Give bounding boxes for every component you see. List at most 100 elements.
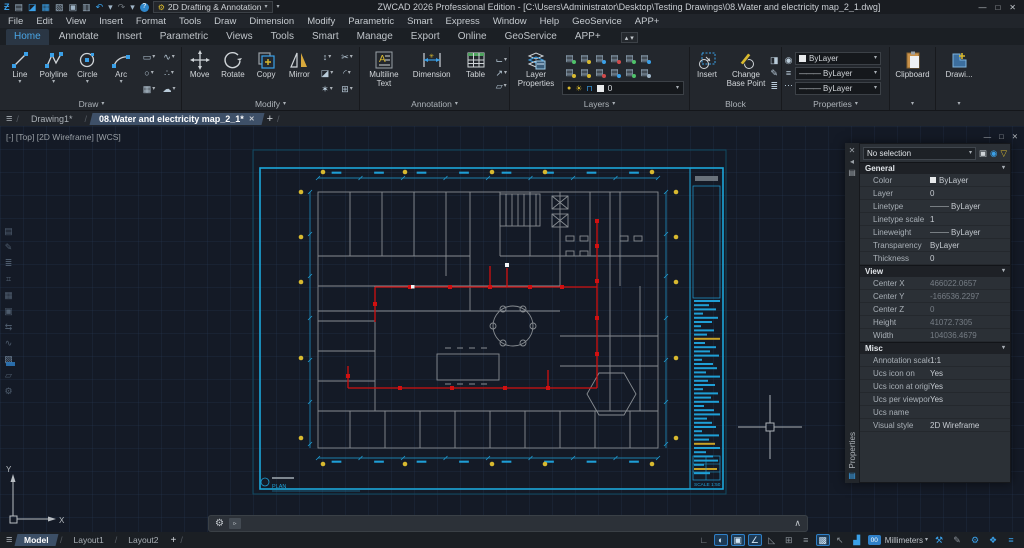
close-icon[interactable]: ✕ xyxy=(249,115,255,123)
table-button[interactable]: Table xyxy=(458,48,494,98)
menu-item-edit[interactable]: Edit xyxy=(36,16,52,27)
edit-attribute-icon[interactable]: ✎ xyxy=(770,68,779,79)
drawing-area[interactable]: [-] [Top] [2D Wireframe] [WCS] — □ ✕ ▤✎≣… xyxy=(0,126,1024,532)
palette-tab-icon[interactable]: ▤ xyxy=(848,470,856,481)
section-header-view[interactable]: View▾ xyxy=(860,265,1010,277)
doc-tab-drawing1[interactable]: Drawing1* xyxy=(23,113,81,125)
chevron-down-icon[interactable]: ▾ xyxy=(86,80,89,85)
layer-state-icon-3[interactable]: ▤ xyxy=(607,51,622,65)
chevron-down-icon[interactable]: ▾ xyxy=(120,80,123,85)
select-objects-icon[interactable]: ◉ xyxy=(990,148,997,159)
menu-item-format[interactable]: Format xyxy=(136,16,166,27)
lineweight-icon[interactable]: ≡ xyxy=(784,68,793,78)
menu-item-app[interactable]: APP+ xyxy=(635,16,660,27)
spline-tool-icon[interactable]: ∿▾ xyxy=(159,49,179,65)
ribbon-tab-home[interactable]: Home xyxy=(6,29,49,45)
command-bar[interactable]: ⚙ ▹ ∧ xyxy=(208,515,808,532)
menu-item-draw[interactable]: Draw xyxy=(214,16,236,27)
panel-label-draw[interactable]: Draw▾ xyxy=(4,98,179,110)
panel-label-clipboard[interactable]: ▾ xyxy=(892,98,933,110)
object-snap-tracking-icon[interactable]: ∠ xyxy=(748,534,762,546)
layer-state-icon-2[interactable]: ▤ xyxy=(592,51,607,65)
menu-item-tools[interactable]: Tools xyxy=(179,16,201,27)
property-value[interactable]: 41072.7305 xyxy=(930,318,1010,327)
measure-tool-icon[interactable]: ▱ xyxy=(5,370,12,381)
revcloud-tool-icon[interactable]: ☁▾ xyxy=(159,81,179,97)
menu-item-geoservice[interactable]: GeoService xyxy=(572,16,622,27)
lineweight-dropdown[interactable]: ——— ByLayer ▾ xyxy=(795,67,881,80)
toggle-pickadd-icon[interactable]: ▽ xyxy=(1000,148,1007,159)
quick-access-menu-icon[interactable]: ▾ xyxy=(277,5,280,10)
ribbon-tab-insert[interactable]: Insert xyxy=(109,29,150,45)
line-tool-button[interactable]: Line ▾ xyxy=(4,48,36,98)
ribbon-tab-views[interactable]: Views xyxy=(218,29,261,45)
doc-minimize-button[interactable]: — xyxy=(984,132,992,141)
ribbon-tab-tools[interactable]: Tools xyxy=(263,29,302,45)
mirror-tool-button[interactable]: Mirror xyxy=(284,48,315,98)
linetype-icon[interactable]: ⋯ xyxy=(784,80,793,91)
property-value[interactable]: 1 xyxy=(930,215,1010,224)
layout-menu-icon[interactable]: ≡ xyxy=(6,534,12,546)
panel-label-drawing[interactable]: ▾ xyxy=(938,98,980,110)
property-value[interactable]: ByLayer xyxy=(930,176,1010,185)
property-value[interactable]: 0 xyxy=(930,305,1010,314)
menu-item-dimension[interactable]: Dimension xyxy=(249,16,294,27)
ribbon-tab-export[interactable]: Export xyxy=(403,29,448,45)
palette-close-icon[interactable]: ✕ xyxy=(849,145,856,156)
command-input[interactable] xyxy=(246,516,789,531)
panel-label-annotation[interactable]: Annotation▾ xyxy=(362,98,507,110)
ellipse-tool-icon[interactable]: ○▾ xyxy=(139,65,159,81)
settings-tool-icon[interactable]: ⚙ xyxy=(4,386,12,397)
selection-dropdown[interactable]: No selection ▾ xyxy=(863,147,976,160)
property-value[interactable]: ———ByLayer xyxy=(930,228,1010,237)
doc-close-button[interactable]: ✕ xyxy=(1012,132,1018,141)
layer-state-icon-4[interactable]: ▤ xyxy=(622,51,637,65)
isometric-drafting-icon[interactable]: ◺ xyxy=(765,534,779,546)
property-value[interactable]: Yes xyxy=(930,369,1010,378)
snap-mode-icon[interactable]: ⊞ xyxy=(782,534,796,546)
polyline-tool-icon[interactable]: ∿ xyxy=(5,338,13,349)
property-value[interactable]: 104036.4679 xyxy=(930,331,1010,340)
layer-state-icon-10[interactable]: ▤ xyxy=(622,65,637,79)
linetype-dropdown[interactable]: ——— ByLayer ▾ xyxy=(795,82,881,95)
panel-label-block[interactable]: Block xyxy=(692,98,779,110)
dynamic-ucs-icon[interactable]: ▟ xyxy=(850,534,864,546)
insert-block-button[interactable]: Insert xyxy=(692,48,722,98)
property-value[interactable]: ———ByLayer xyxy=(930,202,1010,211)
polyline-tool-button[interactable]: Polyline ▾ xyxy=(38,48,70,98)
close-button[interactable]: ✕ xyxy=(1009,3,1016,12)
swap-tool-icon[interactable]: ⇆ xyxy=(5,322,13,333)
doc-restore-button[interactable]: □ xyxy=(999,132,1004,141)
panel-label-properties[interactable]: Properties▾ xyxy=(784,98,887,110)
circle-tool-button[interactable]: Circle ▾ xyxy=(72,48,104,98)
object-snap-icon[interactable]: ▣ xyxy=(731,534,745,546)
layout-tab-layout1[interactable]: Layout1 xyxy=(66,534,112,546)
menu-item-insert[interactable]: Insert xyxy=(99,16,123,27)
explode-tool-icon[interactable]: ✶▾ xyxy=(317,81,337,97)
dimension-tool-icon[interactable]: ⌗ xyxy=(6,274,11,285)
ortho-icon[interactable]: ∟ xyxy=(697,534,711,546)
new-drawing-tab-button[interactable]: + xyxy=(267,113,273,125)
property-value[interactable]: Yes xyxy=(930,382,1010,391)
drawing-utilities-button[interactable]: Drawi... xyxy=(938,48,980,98)
define-attribute-icon[interactable]: ◨ xyxy=(770,55,779,66)
leader-tool-icon[interactable]: ↗▾ xyxy=(495,68,507,79)
pdf-export-icon[interactable]: ▧ xyxy=(4,354,13,365)
viewport-controls[interactable]: [-] [Top] [2D Wireframe] [WCS] xyxy=(6,132,121,142)
clipboard-button[interactable]: Clipboard xyxy=(892,48,933,98)
rotate-tool-button[interactable]: Rotate xyxy=(217,48,248,98)
annotation-monitor-icon[interactable]: ⚒ xyxy=(932,534,946,546)
undo-dropdown-icon[interactable]: ▾ xyxy=(108,2,113,12)
show-lineweight-icon[interactable]: ≡ xyxy=(799,534,813,546)
menu-item-window[interactable]: Window xyxy=(493,16,527,27)
dynamic-input-icon[interactable]: ↖ xyxy=(833,534,847,546)
undo-icon[interactable]: ↶ xyxy=(96,2,104,12)
stretch-tool-icon[interactable]: ↕▾ xyxy=(317,49,337,65)
command-history-chevron-icon[interactable]: ∧ xyxy=(794,518,801,529)
layer-state-icon-11[interactable]: ▤ xyxy=(637,65,652,79)
layer-state-icon-0[interactable]: ▤ xyxy=(562,51,577,65)
doc-tab-08-water-and-electricity-map-2-1[interactable]: 08.Water and electricity map_2_1*✕ xyxy=(89,113,264,125)
menu-item-express[interactable]: Express xyxy=(445,16,479,27)
transparency-icon[interactable]: ▩ xyxy=(816,534,830,546)
color-wheel-icon[interactable]: ◉ xyxy=(784,55,793,66)
